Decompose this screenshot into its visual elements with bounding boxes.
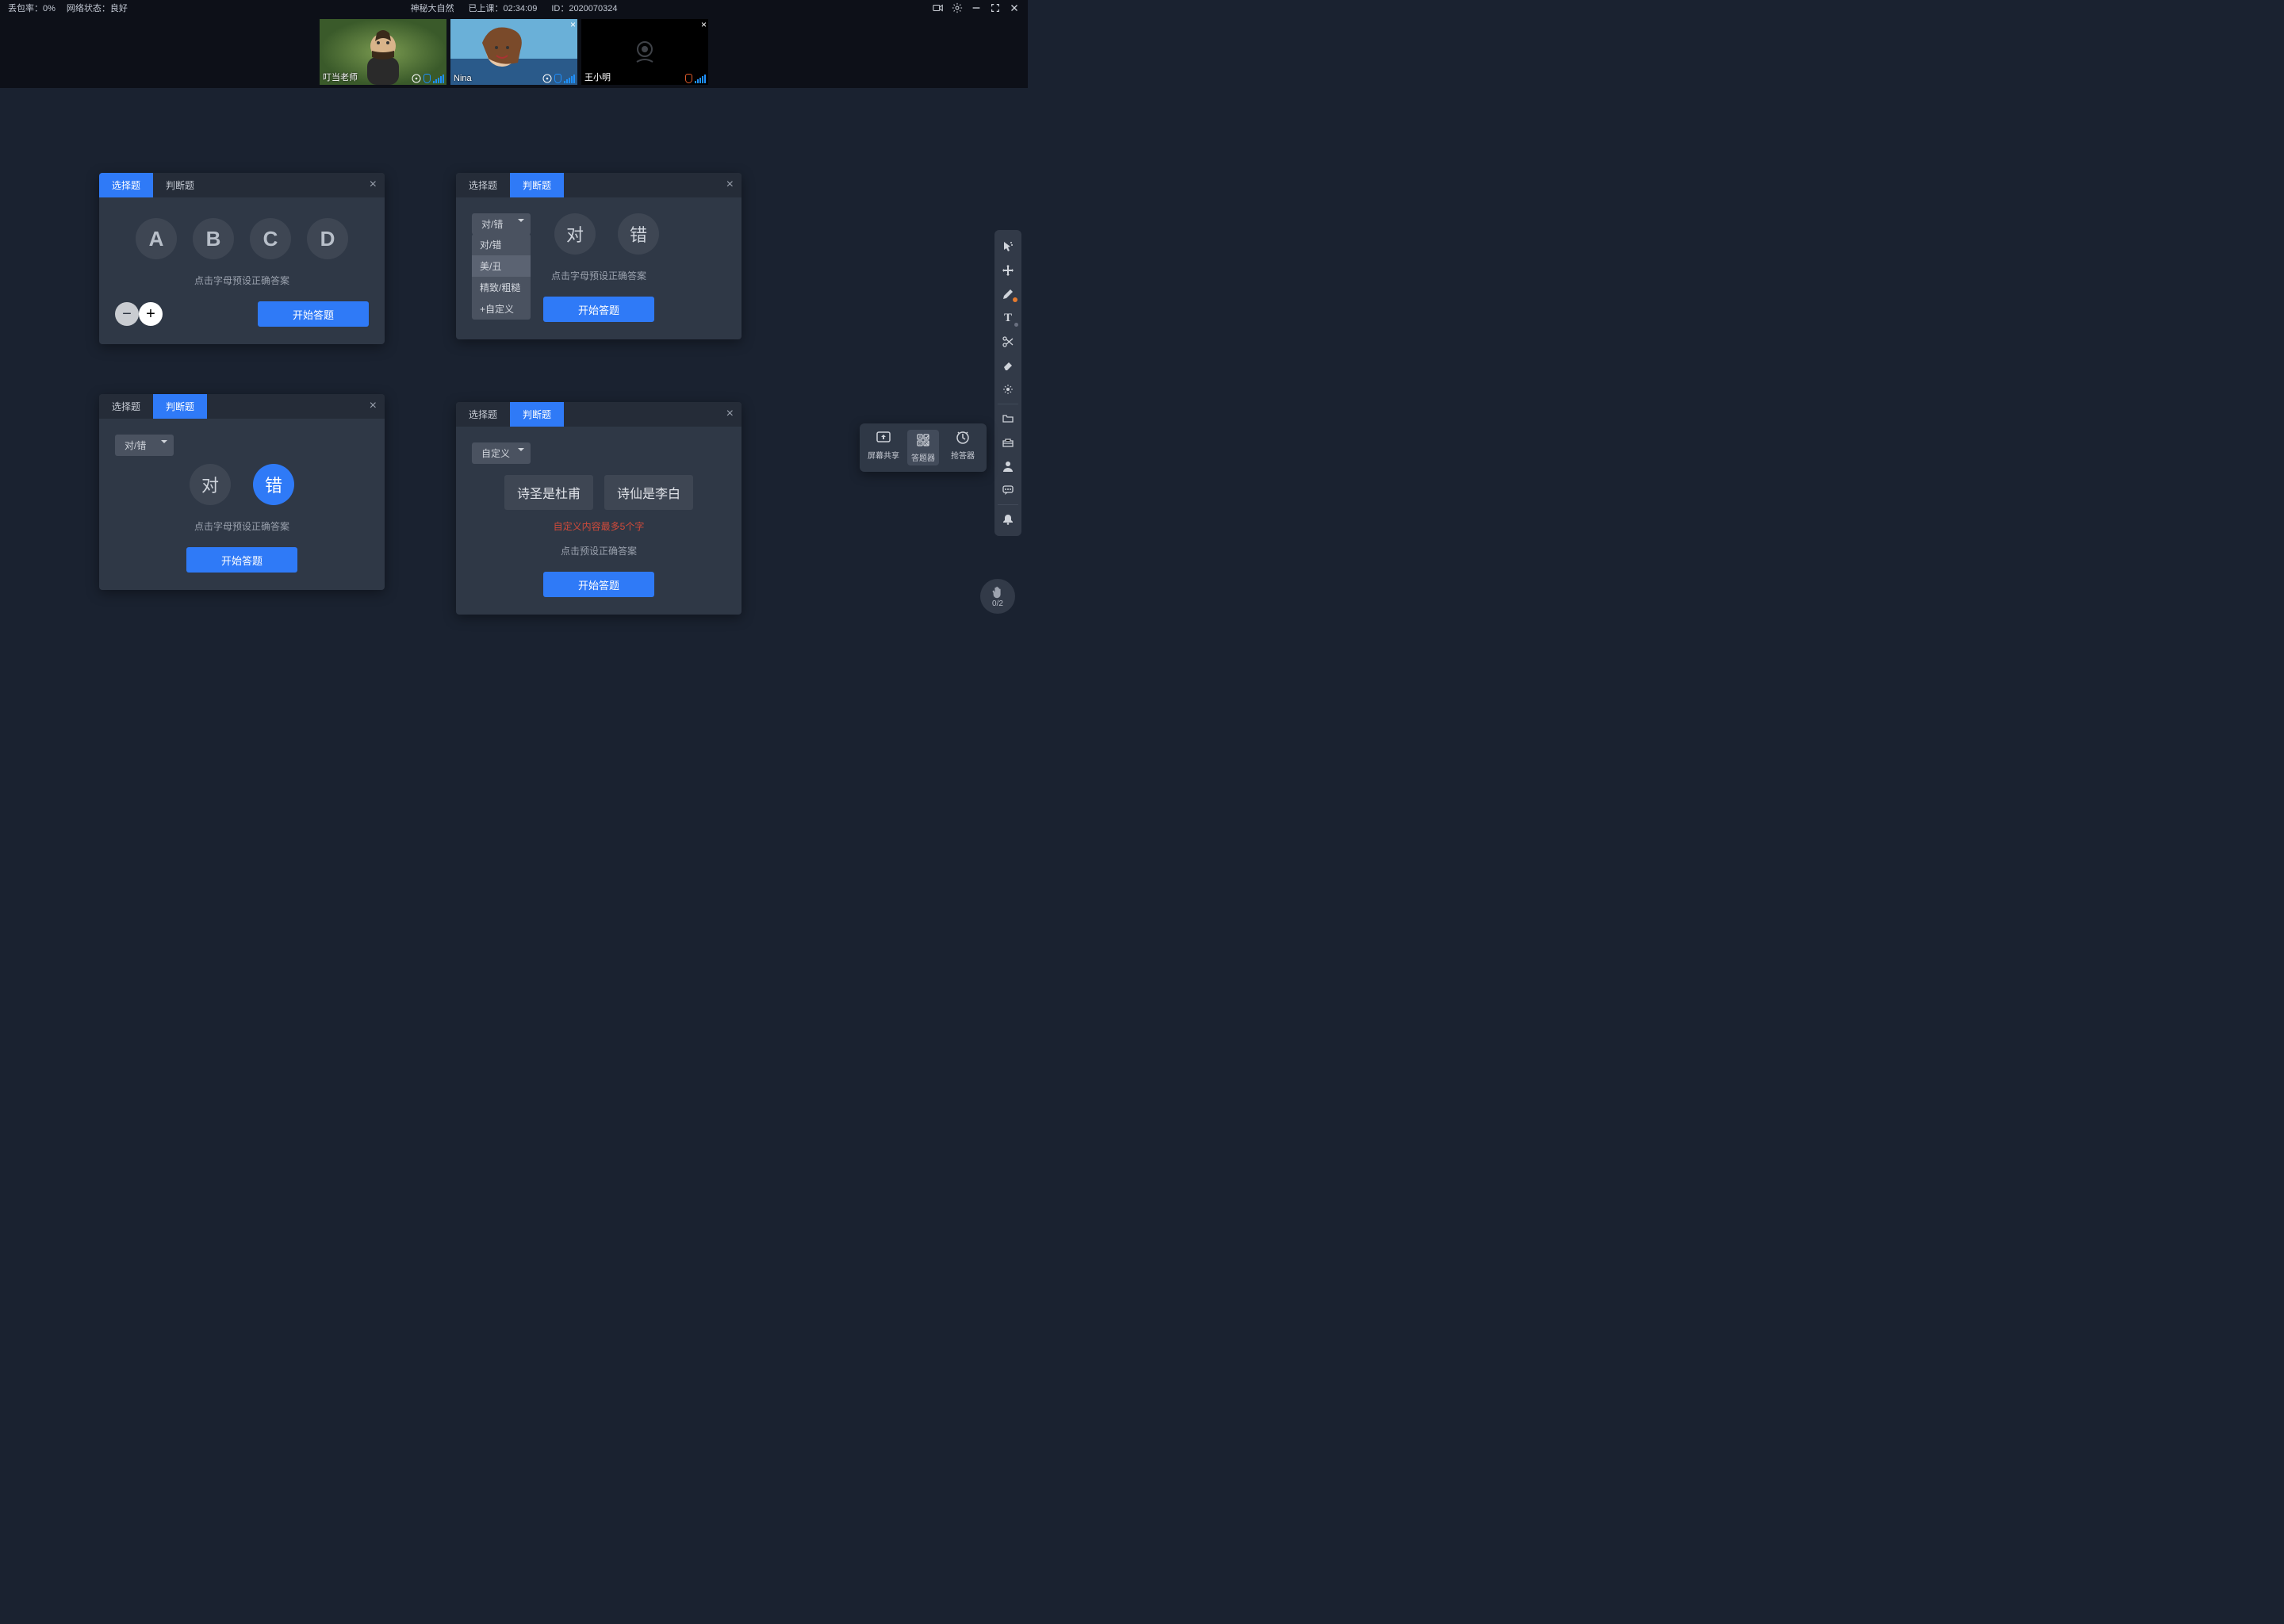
remove-option-button[interactable]: −: [115, 302, 139, 326]
chevron-down-icon: [518, 448, 524, 454]
option-a[interactable]: A: [136, 218, 177, 259]
tab-tf[interactable]: 判断题: [153, 394, 207, 419]
toolbox-icon[interactable]: [994, 431, 1021, 454]
panel-choice-question: 选择题 判断题 × A B C D 点击字母预设正确答案 − + 开始答题: [99, 173, 385, 344]
hand-icon: [991, 585, 1005, 599]
video-name: 叮当老师: [323, 71, 358, 83]
video-tile-teacher[interactable]: 叮当老师: [320, 19, 446, 85]
volume-wheel-icon: [542, 74, 552, 83]
panel-tf-custom: 选择题 判断题 × 自定义 诗圣是杜甫 诗仙是李白 自定义内容最多5个字 点击预…: [456, 402, 742, 615]
screen-share-button[interactable]: 屏幕共享: [868, 430, 899, 465]
tf-option-false[interactable]: 错: [618, 213, 659, 255]
mic-icon: [423, 74, 431, 83]
tab-choice[interactable]: 选择题: [99, 173, 153, 197]
raise-hand-button[interactable]: 0/2: [980, 579, 1015, 614]
volume-wheel-icon: [412, 74, 421, 83]
tab-tf[interactable]: 判断题: [510, 173, 564, 197]
hint-text: 点击字母预设正确答案: [115, 519, 369, 533]
custom-option-1[interactable]: 诗圣是杜甫: [504, 475, 593, 510]
dropdown-item[interactable]: +自定义: [472, 298, 531, 320]
start-button[interactable]: 开始答题: [186, 547, 297, 573]
dropdown-button: 对/错: [115, 435, 174, 456]
eraser-tool-icon[interactable]: [994, 354, 1021, 377]
hand-count: 0/2: [992, 599, 1003, 608]
right-toolbar: T: [994, 230, 1021, 536]
video-tile-student[interactable]: × Nina: [450, 19, 577, 85]
dropdown-item[interactable]: 对/错: [472, 234, 531, 255]
minimize-icon[interactable]: [971, 2, 982, 13]
close-icon[interactable]: ×: [570, 19, 576, 30]
dropdown-button: 对/错: [472, 213, 531, 235]
close-window-icon[interactable]: [1009, 2, 1020, 13]
video-name: 王小明: [584, 71, 611, 83]
close-icon[interactable]: ×: [370, 178, 377, 192]
panel-tf-dropdown-open: 选择题 判断题 × 对/错 对/错 美/丑 精致/粗糙 +自定义 对 错 点击字…: [456, 173, 742, 339]
option-b[interactable]: B: [193, 218, 234, 259]
error-text: 自定义内容最多5个字: [472, 519, 726, 533]
dropdown-item[interactable]: 美/丑: [472, 255, 531, 277]
option-d[interactable]: D: [307, 218, 348, 259]
tf-type-dropdown[interactable]: 对/错: [115, 435, 369, 456]
tab-choice[interactable]: 选择题: [456, 402, 510, 427]
close-icon[interactable]: ×: [726, 178, 734, 192]
close-icon[interactable]: ×: [726, 407, 734, 421]
signal-icon: [433, 75, 444, 83]
chat-icon[interactable]: [994, 478, 1021, 502]
video-strip: 叮当老师 × Nina × 王小明: [0, 16, 1028, 88]
top-status-bar: 丢包率：0% 网络状态：良好 神秘大自然 已上课：02:34:09 ID：202…: [0, 0, 1028, 16]
class-title: 神秘大自然: [410, 2, 454, 14]
pen-tool-icon[interactable]: [994, 282, 1021, 306]
close-icon[interactable]: ×: [701, 19, 707, 30]
chevron-down-icon: [161, 440, 167, 446]
tf-option-true[interactable]: 对: [554, 213, 596, 255]
session-id: ID：2020070324: [551, 2, 617, 14]
folder-icon[interactable]: [994, 407, 1021, 431]
bell-icon[interactable]: [994, 508, 1021, 531]
tf-type-dropdown[interactable]: 对/错 对/错 美/丑 精致/粗糙 +自定义: [472, 213, 531, 235]
elapsed: 已上课：02:34:09: [468, 2, 537, 14]
custom-option-2[interactable]: 诗仙是李白: [604, 475, 693, 510]
panel-tf-selected: 选择题 判断题 × 对/错 对 错 点击字母预设正确答案 开始答题: [99, 394, 385, 590]
tf-option-true[interactable]: 对: [190, 464, 231, 505]
teaching-tools-popup: 屏幕共享 AB 答题器 抢答器: [860, 423, 987, 472]
mic-muted-icon: [685, 74, 692, 83]
chevron-down-icon: [518, 219, 524, 225]
add-option-button[interactable]: +: [139, 302, 163, 326]
dropdown-menu: 对/错 美/丑 精致/粗糙 +自定义: [472, 234, 531, 320]
hint-text: 点击预设正确答案: [472, 544, 726, 557]
video-name: Nina: [454, 74, 472, 83]
option-c[interactable]: C: [250, 218, 291, 259]
start-button[interactable]: 开始答题: [543, 297, 654, 322]
answer-tool-button[interactable]: AB 答题器: [907, 430, 939, 465]
network-status: 网络状态：良好: [67, 2, 128, 14]
tf-option-false[interactable]: 错: [253, 464, 294, 505]
start-button[interactable]: 开始答题: [543, 572, 654, 597]
signal-icon: [564, 75, 575, 83]
tab-choice[interactable]: 选择题: [99, 394, 153, 419]
buzzer-button[interactable]: 抢答器: [947, 430, 979, 465]
dropdown-button: 自定义: [472, 442, 531, 464]
tab-choice[interactable]: 选择题: [456, 173, 510, 197]
close-icon[interactable]: ×: [370, 399, 377, 413]
text-tool-icon[interactable]: T: [994, 306, 1021, 330]
signal-icon: [695, 75, 706, 83]
tab-tf[interactable]: 判断题: [153, 173, 207, 197]
fullscreen-icon[interactable]: [990, 2, 1001, 13]
start-button[interactable]: 开始答题: [258, 301, 369, 327]
scissors-tool-icon[interactable]: [994, 330, 1021, 354]
tab-tf[interactable]: 判断题: [510, 402, 564, 427]
video-tile-student[interactable]: × 王小明: [581, 19, 708, 85]
dropdown-item[interactable]: 精致/粗糙: [472, 277, 531, 298]
cursor-tool-icon[interactable]: [994, 235, 1021, 259]
user-icon[interactable]: [994, 454, 1021, 478]
mic-icon: [554, 74, 561, 83]
packet-loss: 丢包率：0%: [8, 2, 56, 14]
tf-type-dropdown[interactable]: 自定义: [472, 442, 726, 464]
move-tool-icon[interactable]: [994, 259, 1021, 282]
settings-icon[interactable]: [952, 2, 963, 13]
camera-toggle-icon[interactable]: [933, 2, 944, 13]
hint-text: 点击字母预设正确答案: [115, 274, 369, 287]
laser-tool-icon[interactable]: [994, 377, 1021, 401]
